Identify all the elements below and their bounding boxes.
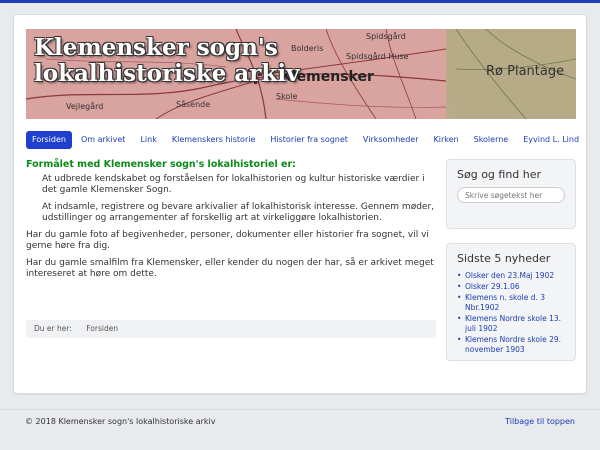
footer: © 2018 Klemensker sogn's lokalhistoriske… (0, 409, 600, 433)
search-input[interactable] (457, 187, 565, 203)
main-navigation: Forsiden Om arkivet Link Klemenskers histor… (26, 131, 585, 149)
content-heading: Formålet med Klemensker sogn's lokalhist… (26, 159, 296, 170)
nav-item-forsiden[interactable]: Forsiden (26, 131, 72, 149)
svg-text:Vejlegård: Vejlegård (66, 101, 103, 111)
news-item: Klemens Nordre skole 29. november 1903 (457, 335, 565, 355)
news-link[interactable]: Klemens n. skole d. 3 Nbr.1902 (465, 293, 545, 312)
svg-text:Skole: Skole (276, 92, 298, 101)
copyright-text: © 2018 Klemensker sogn's lokalhistoriske… (25, 417, 216, 426)
nav-item-kirken[interactable]: Kirken (428, 131, 465, 149)
nav-item-link[interactable]: Link (134, 131, 162, 149)
film-request-paragraph: Har du gamle smalfilm fra Klemensker, el… (26, 258, 434, 279)
news-link[interactable]: Klemens Nordre skole 29. november 1903 (465, 335, 561, 354)
svg-text:Såsende: Såsende (176, 99, 210, 109)
header-banner[interactable]: Rø Plantage Klemensker Bolderis Spidsgår… (26, 29, 576, 119)
breadcrumb-separator (78, 324, 80, 333)
breadcrumb-current[interactable]: Forsiden (86, 324, 118, 333)
news-item: Olsker den 23.Maj 1902 (457, 271, 565, 281)
news-item: Klemens n. skole d. 3 Nbr.1902 (457, 293, 565, 313)
news-link[interactable]: Klemens Nordre skole 13. juli 1902 (465, 314, 561, 333)
back-to-top-link[interactable]: Tilbage til toppen (505, 410, 575, 434)
photo-request-paragraph: Har du gamle foto af begivenheder, perso… (26, 230, 429, 251)
purpose-paragraph-1: At udbrede kendskabet og forståelsen for… (42, 174, 425, 195)
news-list: Olsker den 23.Maj 1902 Olsker 29.1.06 Klem… (457, 271, 565, 355)
site-title[interactable]: Klemensker sogn's lokalhistoriske arkiv (34, 35, 304, 87)
news-item: Klemens Nordre skole 13. juli 1902 (457, 314, 565, 334)
news-link[interactable]: Olsker den 23.Maj 1902 (465, 271, 554, 280)
news-title: Sidste 5 nyheder (457, 252, 551, 265)
nav-item-eyvind-l-lind[interactable]: Eyvind L. Lind (517, 131, 585, 149)
purpose-paragraph-2: At indsamle, registrere og bevare arkiva… (42, 202, 435, 223)
breadcrumb: Du er her: Forsiden (26, 320, 436, 338)
search-module: Søg og find her (446, 159, 576, 229)
svg-text:Spidsgård: Spidsgård (366, 31, 406, 41)
nav-item-historier-fra-sognet[interactable]: Historier fra sognet (264, 131, 354, 149)
main-content: Formålet med Klemensker sogn's lokalhist… (26, 159, 436, 286)
nav-item-skolerne[interactable]: Skolerne (468, 131, 515, 149)
news-link[interactable]: Olsker 29.1.06 (465, 282, 520, 291)
nav-item-klemenskers-historie[interactable]: Klemenskers historie (166, 131, 262, 149)
search-title: Søg og find her (457, 168, 542, 181)
page-container: Rø Plantage Klemensker Bolderis Spidsgår… (13, 14, 587, 394)
nav-item-virksomheder[interactable]: Virksomheder (357, 131, 425, 149)
nav-item-om-arkivet[interactable]: Om arkivet (75, 131, 131, 149)
latest-news-module: Sidste 5 nyheder Olsker den 23.Maj 1902O… (446, 243, 576, 361)
svg-text:Rø Plantage: Rø Plantage (486, 64, 564, 79)
breadcrumb-label: Du er her: (34, 324, 72, 333)
news-item: Olsker 29.1.06 (457, 282, 565, 292)
svg-text:Spidsgård Huse: Spidsgård Huse (346, 51, 409, 61)
